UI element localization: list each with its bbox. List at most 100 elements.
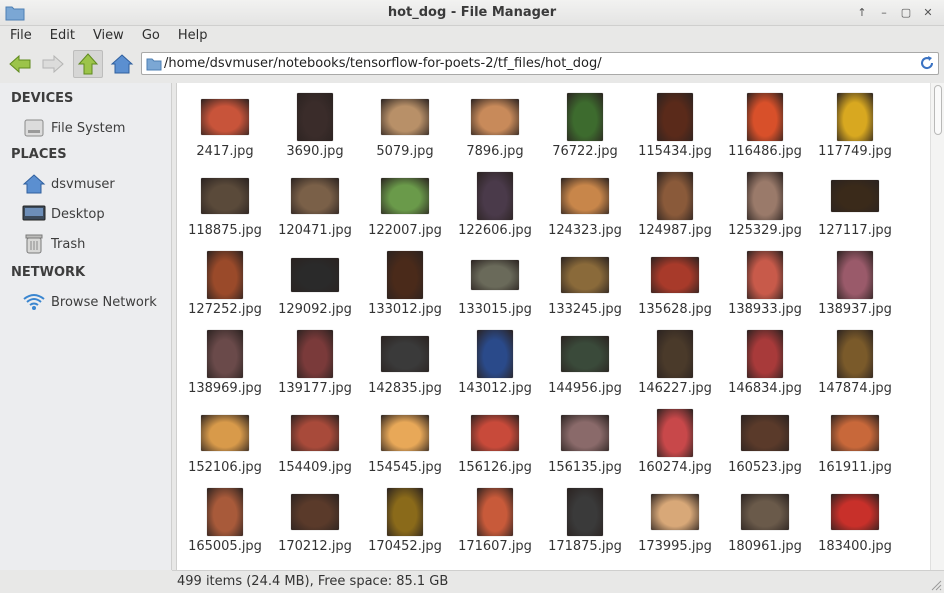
image-thumbnail xyxy=(657,172,693,220)
image-thumbnail xyxy=(831,494,879,530)
image-thumbnail xyxy=(741,494,789,530)
file-item[interactable]: 144956.jpg xyxy=(540,327,630,406)
image-thumbnail xyxy=(207,330,243,378)
window-title: hot_dog - File Manager xyxy=(387,5,557,20)
file-item[interactable]: 138933.jpg xyxy=(720,248,810,327)
file-item[interactable]: 124323.jpg xyxy=(540,169,630,248)
status-text: 499 items (24.4 MB), Free space: 85.1 GB xyxy=(177,574,449,589)
file-item[interactable]: 154545.jpg xyxy=(360,406,450,485)
image-thumbnail xyxy=(207,251,243,299)
vertical-scrollbar[interactable] xyxy=(930,83,944,570)
file-name: 135628.jpg xyxy=(638,302,712,317)
image-thumbnail xyxy=(831,415,879,451)
menu-help[interactable]: Help xyxy=(172,26,214,48)
sidebar-item-file-system[interactable]: File System xyxy=(0,113,171,143)
file-item[interactable]: 127117.jpg xyxy=(810,169,900,248)
image-thumbnail xyxy=(747,251,783,299)
file-item[interactable]: 152106.jpg xyxy=(180,406,270,485)
file-item[interactable]: 183400.jpg xyxy=(810,485,900,564)
file-item[interactable]: 115434.jpg xyxy=(630,90,720,169)
image-thumbnail xyxy=(291,178,339,214)
sidebar-item-browse-network[interactable]: Browse Network xyxy=(0,287,171,317)
file-item[interactable]: 173995.jpg xyxy=(630,485,720,564)
file-item[interactable]: 122007.jpg xyxy=(360,169,450,248)
desktop-icon xyxy=(22,203,46,225)
image-thumbnail xyxy=(381,336,429,372)
file-item[interactable]: 127252.jpg xyxy=(180,248,270,327)
file-item[interactable]: 180961.jpg xyxy=(720,485,810,564)
file-item[interactable]: 7896.jpg xyxy=(450,90,540,169)
home-button[interactable] xyxy=(107,50,137,78)
file-item[interactable]: 146227.jpg xyxy=(630,327,720,406)
file-item[interactable]: 116486.jpg xyxy=(720,90,810,169)
file-item[interactable]: 147874.jpg xyxy=(810,327,900,406)
forward-button[interactable] xyxy=(38,50,68,78)
up-button[interactable] xyxy=(73,50,103,78)
file-item[interactable]: 138969.jpg xyxy=(180,327,270,406)
image-thumbnail xyxy=(471,415,519,451)
file-item[interactable]: 146834.jpg xyxy=(720,327,810,406)
sidebar-item-trash[interactable]: Trash xyxy=(0,229,171,259)
window-minimize-button[interactable]: – xyxy=(874,4,894,22)
image-thumbnail xyxy=(837,93,873,141)
image-thumbnail xyxy=(477,172,513,220)
file-item[interactable]: 171607.jpg xyxy=(450,485,540,564)
image-thumbnail xyxy=(471,260,519,290)
back-button[interactable] xyxy=(5,50,35,78)
window-maximize-button[interactable]: ▢ xyxy=(896,4,916,22)
file-item[interactable]: 170212.jpg xyxy=(270,485,360,564)
file-item[interactable]: 124987.jpg xyxy=(630,169,720,248)
file-item[interactable]: 2417.jpg xyxy=(180,90,270,169)
file-item[interactable]: 125329.jpg xyxy=(720,169,810,248)
file-name: 142835.jpg xyxy=(368,381,442,396)
file-item[interactable]: 139177.jpg xyxy=(270,327,360,406)
sidebar-section-network: NETWORK xyxy=(11,265,86,280)
folder-icon xyxy=(146,58,162,71)
file-item[interactable]: 5079.jpg xyxy=(360,90,450,169)
menu-view[interactable]: View xyxy=(87,26,130,48)
file-item[interactable]: 133245.jpg xyxy=(540,248,630,327)
file-item[interactable]: 165005.jpg xyxy=(180,485,270,564)
file-item[interactable]: 161911.jpg xyxy=(810,406,900,485)
reload-icon[interactable] xyxy=(919,55,935,71)
file-item[interactable]: 154409.jpg xyxy=(270,406,360,485)
sidebar-item-dsvmuser[interactable]: dsvmuser xyxy=(0,169,171,199)
sidebar-item-desktop[interactable]: Desktop xyxy=(0,199,171,229)
file-item[interactable]: 171875.jpg xyxy=(540,485,630,564)
file-item[interactable]: 120471.jpg xyxy=(270,169,360,248)
image-thumbnail xyxy=(837,251,873,299)
window-raise-button[interactable]: ↑ xyxy=(852,4,872,22)
file-item[interactable]: 160274.jpg xyxy=(630,406,720,485)
file-item[interactable]: 122606.jpg xyxy=(450,169,540,248)
file-item[interactable]: 135628.jpg xyxy=(630,248,720,327)
menu-go[interactable]: Go xyxy=(136,26,166,48)
menu-edit[interactable]: Edit xyxy=(44,26,81,48)
file-item[interactable]: 133015.jpg xyxy=(450,248,540,327)
scrollbar-thumb[interactable] xyxy=(934,85,942,135)
file-name: 161911.jpg xyxy=(818,460,892,475)
file-item[interactable]: 133012.jpg xyxy=(360,248,450,327)
file-item[interactable]: 76722.jpg xyxy=(540,90,630,169)
file-item[interactable]: 3690.jpg xyxy=(270,90,360,169)
file-item[interactable]: 170452.jpg xyxy=(360,485,450,564)
file-item[interactable]: 142835.jpg xyxy=(360,327,450,406)
image-thumbnail xyxy=(297,93,333,141)
path-input[interactable] xyxy=(164,54,914,73)
image-thumbnail xyxy=(747,172,783,220)
file-item[interactable]: 117749.jpg xyxy=(810,90,900,169)
file-name: 118875.jpg xyxy=(188,223,262,238)
file-item[interactable]: 138937.jpg xyxy=(810,248,900,327)
window-close-button[interactable]: ✕ xyxy=(918,4,938,22)
file-item[interactable]: 156126.jpg xyxy=(450,406,540,485)
file-item[interactable]: 143012.jpg xyxy=(450,327,540,406)
resize-grip-icon[interactable] xyxy=(931,580,942,591)
file-item[interactable]: 118875.jpg xyxy=(180,169,270,248)
file-item[interactable]: 156135.jpg xyxy=(540,406,630,485)
image-thumbnail xyxy=(741,415,789,451)
file-name: 125329.jpg xyxy=(728,223,802,238)
sidebar-item-label: File System xyxy=(51,120,126,136)
menu-file[interactable]: File xyxy=(4,26,38,48)
file-item[interactable]: 160523.jpg xyxy=(720,406,810,485)
file-item[interactable]: 129092.jpg xyxy=(270,248,360,327)
image-thumbnail xyxy=(477,488,513,536)
